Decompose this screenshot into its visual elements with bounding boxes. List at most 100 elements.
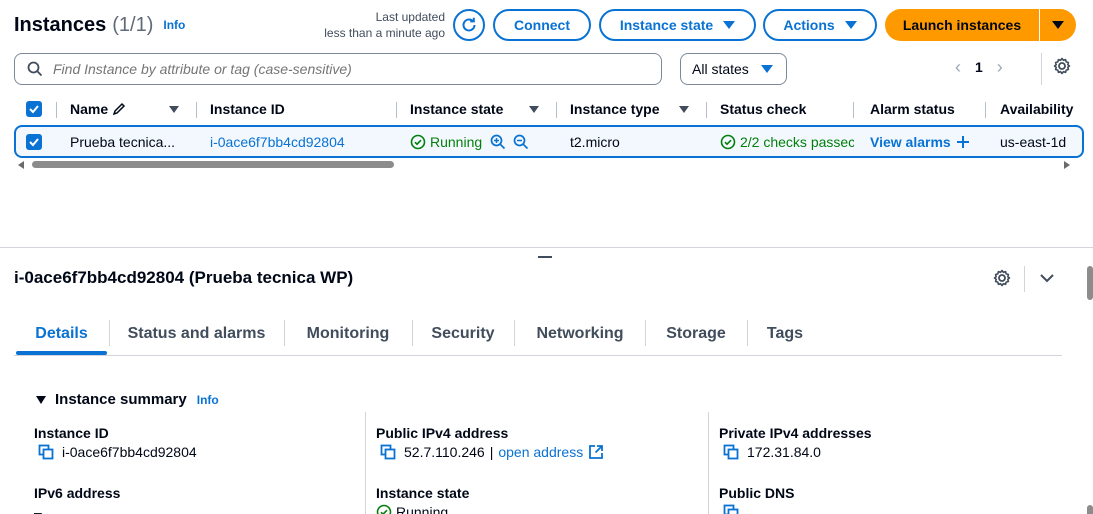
tab-tags[interactable]: Tags: [748, 316, 822, 352]
actions-label: Actions: [783, 17, 835, 33]
column-header-label: Status check: [720, 101, 807, 117]
plus-icon[interactable]: [956, 135, 970, 149]
column-header-label: Instance state: [410, 101, 504, 117]
info-link[interactable]: Info: [163, 18, 185, 32]
launch-dropdown-button[interactable]: [1040, 9, 1076, 41]
sort-caret-icon[interactable]: [529, 106, 539, 113]
actions-button[interactable]: Actions: [763, 9, 877, 41]
view-alarms-link[interactable]: View alarms: [870, 127, 970, 156]
status-check-text: 2/2 checks passec: [740, 133, 854, 150]
external-link-icon[interactable]: [588, 444, 604, 460]
states-filter-select[interactable]: All states: [680, 53, 787, 85]
tab-networking[interactable]: Networking: [515, 316, 645, 352]
tab-details[interactable]: Details: [14, 316, 109, 352]
caret-down-icon: [844, 21, 857, 29]
public-ipv4-value: 52.7.110.246 | open address: [380, 444, 604, 460]
vertical-scrollbar-thumb[interactable]: [1087, 266, 1093, 300]
row-select-checkbox[interactable]: [26, 127, 42, 156]
column-header-label: Instance ID: [210, 101, 285, 117]
checkbox[interactable]: [26, 101, 42, 117]
last-updated: Last updated less than a minute ago: [300, 9, 445, 41]
column-header-status-check[interactable]: Status check: [720, 94, 806, 124]
column-header-label: Availability: [1000, 101, 1074, 117]
details-title: i-0ace6f7bb4cd92804 (Prueba tecnica WP): [14, 268, 354, 287]
split-panel-divider: [0, 247, 1093, 248]
table-header: Name Instance ID Instance state Instance…: [14, 94, 1079, 124]
caret-down-icon: [36, 395, 46, 404]
gear-icon[interactable]: [1052, 56, 1072, 76]
instance-state-value: Running: [376, 504, 448, 514]
instance-state-button[interactable]: Instance state: [599, 9, 756, 41]
refresh-button[interactable]: [453, 9, 485, 41]
instance-summary-toggle[interactable]: Instance summary Info: [36, 391, 219, 408]
tab-status-and-alarms[interactable]: Status and alarms: [110, 316, 283, 352]
private-ipv4-value: 172.31.84.0: [723, 444, 821, 460]
chevron-right-icon[interactable]: ›: [997, 57, 1003, 78]
column-divider: [556, 102, 557, 118]
search-box[interactable]: [14, 53, 662, 85]
page-number[interactable]: 1: [975, 59, 983, 75]
chevron-down-icon[interactable]: [1038, 270, 1056, 286]
caret-down-icon: [1052, 21, 1064, 29]
column-header-name[interactable]: Name: [70, 94, 126, 124]
copy-icon[interactable]: [723, 504, 739, 514]
success-check-icon: [720, 134, 736, 149]
column-header-alarm-status[interactable]: Alarm status: [870, 94, 955, 124]
column-divider: [853, 102, 854, 118]
edit-pencil-icon: [112, 102, 126, 116]
copy-icon[interactable]: [38, 444, 54, 460]
copy-icon[interactable]: [380, 444, 396, 460]
instance-id-link[interactable]: i-0ace6f7bb4cd92804: [210, 127, 345, 156]
sort-caret-icon[interactable]: [679, 106, 689, 113]
column-header-instance-type[interactable]: Instance type: [570, 94, 659, 124]
tab-monitoring[interactable]: Monitoring: [285, 316, 411, 352]
cell-status-check: 2/2 checks passec: [720, 127, 854, 156]
scroll-right-icon[interactable]: [1064, 161, 1070, 169]
column-header-availability[interactable]: Availability: [1000, 94, 1073, 124]
column-header-instance-id[interactable]: Instance ID: [210, 94, 285, 124]
zoom-out-icon[interactable]: [513, 134, 529, 150]
table-row[interactable]: Prueba tecnica... i-0ace6f7bb4cd92804 Ru…: [14, 125, 1084, 158]
active-tab-indicator: [16, 351, 107, 355]
horizontal-scrollbar[interactable]: [14, 159, 1079, 171]
instance-id-label: Instance ID: [34, 425, 109, 441]
column-header-label: Name: [70, 101, 109, 117]
public-dns-label: Public DNS: [719, 485, 795, 501]
select-all-checkbox[interactable]: [26, 94, 42, 124]
sort-caret-icon[interactable]: [169, 106, 179, 113]
vertical-scrollbar-thumb-bottom[interactable]: [1087, 505, 1093, 514]
column-header-instance-state[interactable]: Instance state: [410, 94, 503, 124]
divider: [1024, 266, 1025, 292]
view-alarms-label: View alarms: [870, 133, 951, 150]
launch-label: Launch instances: [902, 17, 1022, 33]
chevron-left-icon[interactable]: ‹: [955, 57, 961, 78]
instance-id-text: i-0ace6f7bb4cd92804: [62, 444, 197, 460]
tab-security[interactable]: Security: [413, 316, 513, 352]
open-address-link[interactable]: open address: [498, 444, 583, 460]
gear-icon[interactable]: [992, 268, 1012, 288]
zoom-in-icon[interactable]: [490, 134, 506, 150]
cell-instance-state: Running: [410, 127, 529, 156]
ipv6-value: –: [34, 504, 42, 514]
column-divider: [365, 412, 366, 514]
tab-storage[interactable]: Storage: [646, 316, 746, 352]
copy-icon[interactable]: [723, 444, 739, 460]
resize-handle[interactable]: [538, 256, 552, 258]
column-divider: [396, 102, 397, 118]
scrollbar-thumb[interactable]: [32, 161, 394, 168]
public-ipv4-label: Public IPv4 address: [376, 425, 509, 441]
divider: [1041, 53, 1042, 85]
public-dns-value: [723, 504, 747, 514]
state-text: Running: [430, 133, 483, 150]
connect-button[interactable]: Connect: [493, 9, 591, 41]
checkbox[interactable]: [26, 133, 42, 150]
info-link[interactable]: Info: [197, 393, 219, 407]
scroll-left-icon[interactable]: [18, 161, 24, 169]
search-input[interactable]: [53, 61, 633, 77]
column-divider: [56, 102, 57, 118]
launch-instances-button[interactable]: Launch instances: [885, 9, 1039, 41]
column-divider: [196, 102, 197, 118]
states-filter-label: All states: [692, 61, 749, 77]
column-divider: [708, 412, 709, 514]
page-title: Instances: [14, 13, 107, 36]
